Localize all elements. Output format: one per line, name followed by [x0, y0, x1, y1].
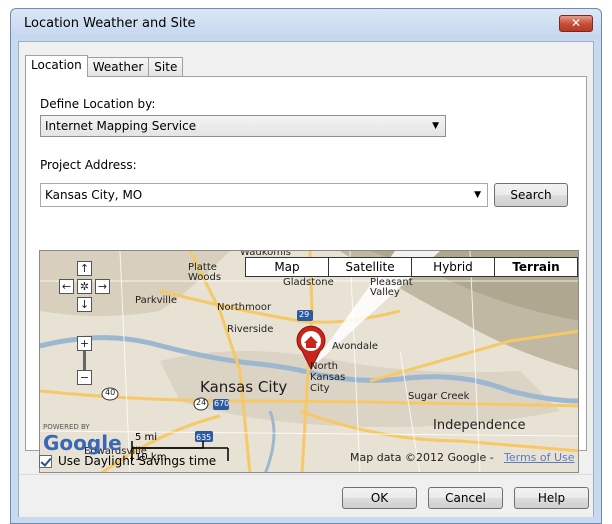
- button-bar: OK Cancel Help: [19, 474, 593, 517]
- map-attribution: Map data ©2012 Google -: [350, 451, 494, 464]
- powered-by-label: POWERED BY: [43, 423, 90, 431]
- pan-down-icon[interactable]: ↓: [77, 297, 92, 312]
- cancel-button[interactable]: Cancel: [428, 487, 503, 509]
- map-view[interactable]: Map Satellite Hybrid Terrain ↑ ← ✲ → ↓ +…: [39, 250, 579, 473]
- close-icon: ✕: [570, 16, 582, 30]
- help-button[interactable]: Help: [514, 487, 589, 509]
- place-label: Sugar Creek: [408, 391, 470, 402]
- highway-shield: 29: [299, 310, 310, 319]
- location-panel: Define Location by: Internet Mapping Ser…: [25, 76, 587, 473]
- tab-site[interactable]: Site: [148, 57, 184, 77]
- ok-button[interactable]: OK: [342, 487, 417, 509]
- place-label: Pleasant Valley: [370, 277, 413, 298]
- highway-shield: 24: [196, 398, 207, 407]
- define-location-value: Internet Mapping Service: [45, 119, 197, 133]
- tab-weather[interactable]: Weather: [86, 57, 150, 77]
- title-bar[interactable]: Location Weather and Site ✕: [11, 9, 601, 39]
- highway-shield: 670: [214, 399, 230, 408]
- place-label: Parkville: [135, 295, 178, 306]
- zoom-in-icon[interactable]: +: [77, 336, 92, 351]
- place-label: Platte Woods: [188, 262, 222, 283]
- place-label: North Kansas City: [310, 361, 346, 394]
- place-label: Waukomis: [240, 250, 291, 258]
- close-button[interactable]: ✕: [559, 15, 593, 32]
- zoom-slider-track[interactable]: [83, 351, 86, 371]
- chevron-down-icon: ▼: [474, 190, 481, 200]
- google-logo: Google: [43, 431, 122, 455]
- project-address-label: Project Address:: [40, 158, 137, 172]
- pan-right-icon[interactable]: →: [95, 279, 110, 294]
- map-type-terrain[interactable]: Terrain: [494, 257, 578, 277]
- pan-left-icon[interactable]: ←: [59, 279, 74, 294]
- project-address-combo[interactable]: Kansas City, MO ▼: [40, 183, 488, 207]
- daylight-savings-label: Use Daylight Savings time: [58, 454, 217, 468]
- map-type-map[interactable]: Map: [245, 257, 329, 277]
- place-label: Avondale: [332, 341, 379, 352]
- dialog-body: Location Weather Site Define Location by…: [18, 41, 594, 517]
- daylight-savings-checkbox[interactable]: [39, 455, 52, 468]
- tab-location[interactable]: Location: [25, 55, 88, 77]
- pan-up-icon[interactable]: ↑: [77, 261, 92, 276]
- tab-strip: Location Weather Site: [25, 55, 184, 77]
- place-label: Independence: [433, 418, 526, 433]
- window-title: Location Weather and Site: [24, 16, 196, 31]
- place-label: Kansas City: [200, 378, 288, 396]
- highway-shield: 40: [105, 388, 116, 397]
- place-label: Gladstone: [283, 277, 334, 288]
- pan-center-icon[interactable]: ✲: [77, 279, 92, 294]
- place-label: Northmoor: [217, 302, 272, 313]
- place-label: Riverside: [227, 324, 274, 335]
- map-type-hybrid[interactable]: Hybrid: [411, 257, 495, 277]
- project-address-value: Kansas City, MO: [45, 188, 143, 202]
- define-location-label: Define Location by:: [40, 97, 156, 111]
- highway-shield: 635: [196, 433, 212, 442]
- define-location-select[interactable]: Internet Mapping Service ▼: [40, 115, 446, 137]
- dialog-window: Location Weather and Site ✕ Location Wea…: [10, 8, 602, 524]
- map-type-satellite[interactable]: Satellite: [328, 257, 412, 277]
- search-button[interactable]: Search: [494, 183, 568, 207]
- zoom-out-icon[interactable]: −: [77, 370, 92, 385]
- chevron-down-icon: ▼: [432, 121, 439, 131]
- scale-miles-label: 5 mi: [135, 432, 158, 443]
- terms-of-use-link[interactable]: Terms of Use: [504, 451, 575, 464]
